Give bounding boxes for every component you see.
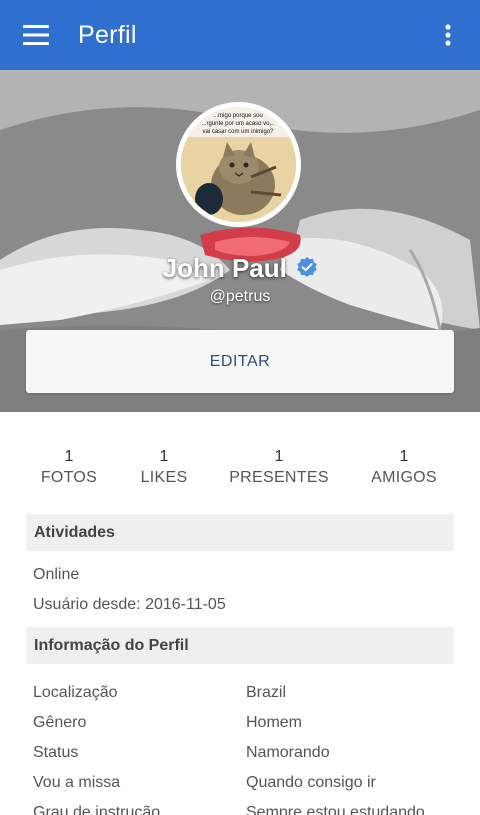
info-value: Homem (246, 714, 303, 731)
online-status: Online (33, 566, 80, 583)
profile-handle: @petrus (209, 288, 271, 305)
stat-label: PRESENTES (229, 469, 329, 486)
menu-button[interactable] (0, 0, 72, 70)
info-key: Localização (33, 684, 118, 701)
section-header-activities: Atividades (26, 514, 454, 551)
stat-presentes[interactable]: 1 PRESENTES (228, 448, 330, 487)
avatar[interactable]: ...migo porque sou ...rgunte por um acas… (176, 102, 301, 227)
stat-value: 1 (399, 448, 409, 465)
info-key: Status (33, 744, 79, 761)
info-value: Sempre estou estudando (246, 804, 425, 815)
profile-name-row: John Paul (0, 253, 480, 284)
stat-label: FOTOS (40, 469, 98, 486)
info-key: Grau de instrução (33, 804, 161, 815)
avatar-caption-line-3: vai casar com um inimigo? (202, 129, 274, 135)
page-title: Perfil (78, 20, 137, 49)
stat-label: AMIGOS (371, 469, 437, 486)
hamburger-menu-icon (23, 25, 49, 45)
stat-value: 1 (64, 448, 74, 465)
avatar-caption-line-1: ...migo porque sou (213, 113, 263, 119)
section-header-profile-info: Informação do Perfil (26, 627, 454, 664)
avatar-image: ...migo porque sou ...rgunte por um acas… (181, 107, 296, 222)
more-options-button[interactable] (430, 17, 466, 53)
stat-label: LIKES (140, 469, 188, 486)
app-bar: Perfil (0, 0, 480, 70)
stat-likes[interactable]: 1 LIKES (136, 448, 192, 487)
stat-value: 1 (159, 448, 169, 465)
stat-amigos[interactable]: 1 AMIGOS (366, 448, 442, 487)
profile-cover: ...migo porque sou ...rgunte por um acas… (0, 70, 480, 412)
verified-badge-icon (297, 256, 318, 277)
info-value: Namorando (246, 744, 330, 761)
avatar-caption-line-2: ...rgunte por um acaso vo... (201, 121, 274, 127)
member-since: Usuário desde: 2016-11-05 (33, 596, 226, 613)
profile-name: John Paul (162, 253, 287, 283)
stat-fotos[interactable]: 1 FOTOS (38, 448, 100, 487)
info-key: Vou a missa (33, 774, 121, 791)
info-value: Quando consigo ir (246, 774, 376, 791)
info-value: Brazil (246, 684, 287, 701)
edit-profile-button[interactable]: EDITAR (26, 330, 454, 393)
more-vertical-icon (445, 24, 451, 46)
profile-stats: 1 FOTOS 1 LIKES 1 PRESENTES 1 AMIGOS (0, 448, 480, 498)
stat-value: 1 (274, 448, 284, 465)
info-key: Gênero (33, 714, 87, 731)
